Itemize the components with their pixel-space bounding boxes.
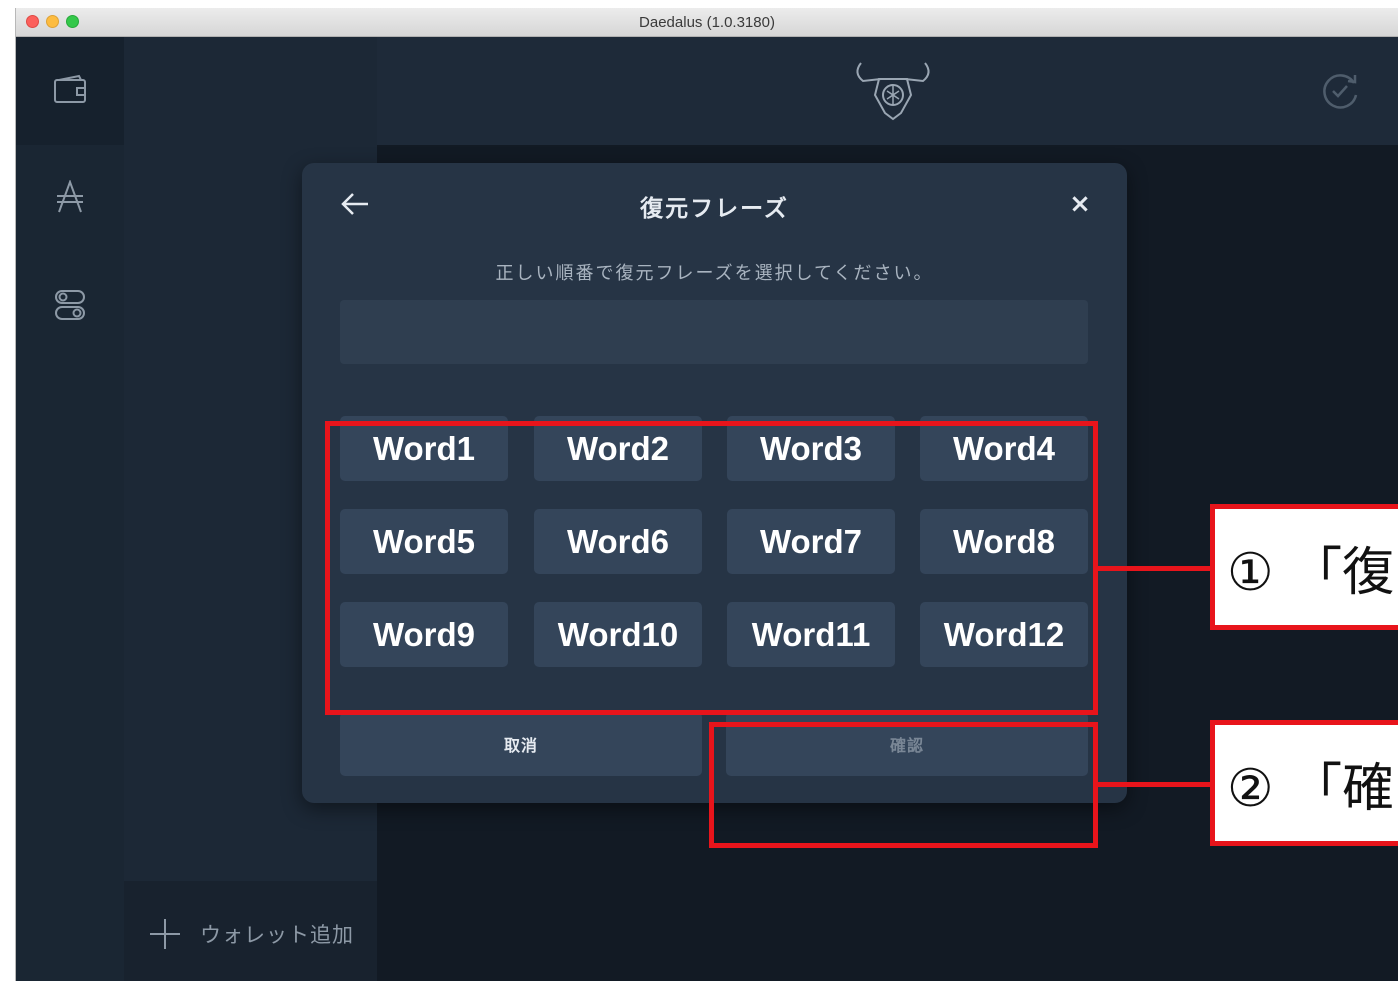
sidebar-rail-active-band: [16, 145, 124, 981]
add-wallet-label: ウォレット追加: [200, 923, 354, 947]
title-bar: Daedalus (1.0.3180): [16, 8, 1398, 37]
dialog-instructions: 正しい順番で復元フレーズを選択してください。: [495, 263, 934, 284]
callout-2: ② 「確: [1210, 720, 1398, 846]
sidebar-rail: [16, 37, 124, 981]
settings-toggle-icon[interactable]: [52, 287, 88, 323]
wallet-icon[interactable]: [52, 71, 88, 107]
close-icon[interactable]: ×: [1069, 191, 1091, 217]
sidebar-footer: ウォレット追加: [124, 881, 377, 981]
top-bar: [377, 37, 1398, 145]
ada-icon[interactable]: [52, 179, 88, 215]
callout-connector-2: [1098, 782, 1212, 787]
daedalus-logo: [856, 62, 930, 121]
sync-check-icon[interactable]: [1318, 69, 1362, 113]
add-wallet-button[interactable]: ウォレット追加: [148, 917, 354, 951]
dialog-title: 復元フレーズ: [640, 196, 789, 222]
word-grid-highlight: [325, 421, 1098, 715]
confirm-button-highlight: [709, 722, 1098, 848]
plus-icon: [148, 917, 182, 951]
callout-1: ① 「復: [1210, 504, 1398, 630]
cancel-button[interactable]: 取消: [340, 712, 702, 776]
window-title: Daedalus (1.0.3180): [639, 14, 775, 31]
callout-connector-1: [1098, 566, 1212, 571]
selected-phrase-field: [340, 300, 1088, 364]
